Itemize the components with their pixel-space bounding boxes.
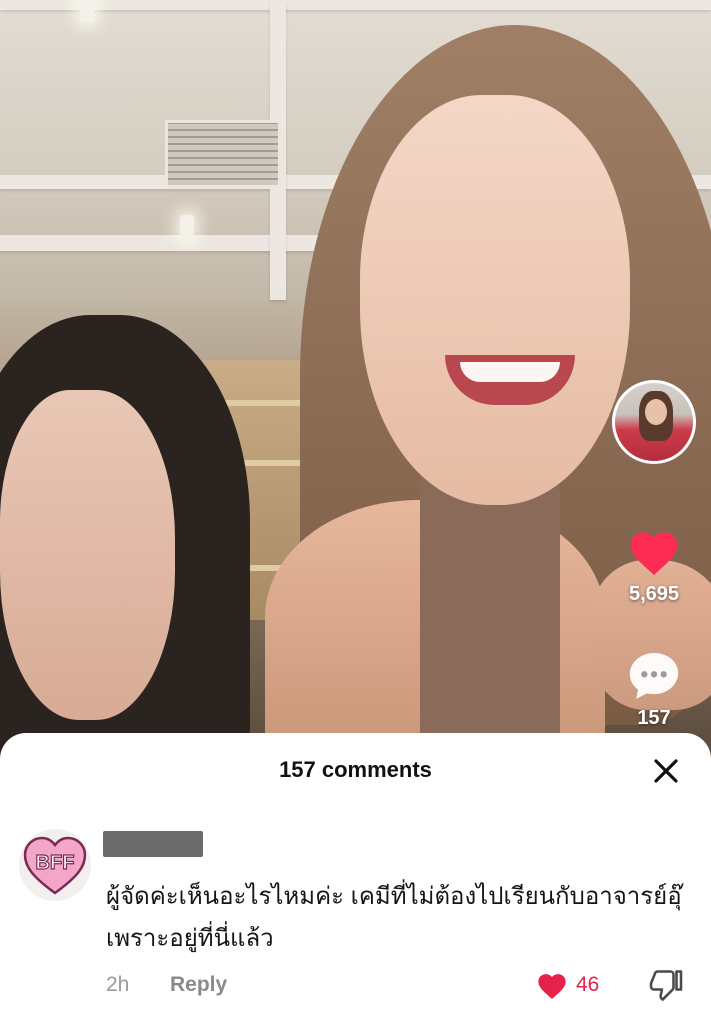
- reply-button[interactable]: Reply: [170, 973, 227, 997]
- right-person-face: [360, 95, 630, 505]
- creator-avatar[interactable]: [612, 380, 696, 464]
- ceiling-beam: [0, 0, 711, 10]
- avatar-face: [645, 399, 667, 425]
- username-redacted: [103, 831, 203, 857]
- comment-bubble-icon: [629, 653, 679, 699]
- comment-like-button[interactable]: [535, 970, 569, 1000]
- bff-heart-badge: BFF: [19, 829, 91, 901]
- video-player[interactable]: [0, 0, 711, 760]
- comment-text: ผู้จัดค่ะเห็นอะไรไหมค่ะ เคมีที่ไม่ต้องไป…: [106, 883, 682, 952]
- heart-icon: [630, 532, 678, 576]
- comment-count: 157: [637, 707, 671, 729]
- avatar-badge-text: BFF: [36, 852, 75, 874]
- heart-icon: [538, 974, 566, 1000]
- comment-time: 2h: [106, 973, 130, 996]
- commenter-avatar[interactable]: BFF: [19, 829, 91, 901]
- comment-button[interactable]: [625, 648, 683, 704]
- comment-like-count: 46: [576, 973, 600, 996]
- air-vent: [165, 120, 281, 188]
- dislike-button[interactable]: [648, 967, 684, 1003]
- like-count: 5,695: [628, 583, 680, 605]
- ceiling-lamp: [80, 0, 94, 22]
- comments-title: 157 comments: [279, 757, 432, 782]
- ceiling-lamp: [180, 215, 194, 237]
- left-person-face: [0, 390, 175, 720]
- comments-panel: 157 comments BFF ผู้จัดค่ะเห็นอะไรไหมค่ะ…: [0, 733, 711, 1024]
- thumbs-down-icon: [649, 970, 683, 1001]
- right-person-teeth: [460, 362, 560, 382]
- close-button[interactable]: [650, 755, 682, 787]
- close-icon: [654, 759, 678, 783]
- like-button[interactable]: [626, 525, 682, 577]
